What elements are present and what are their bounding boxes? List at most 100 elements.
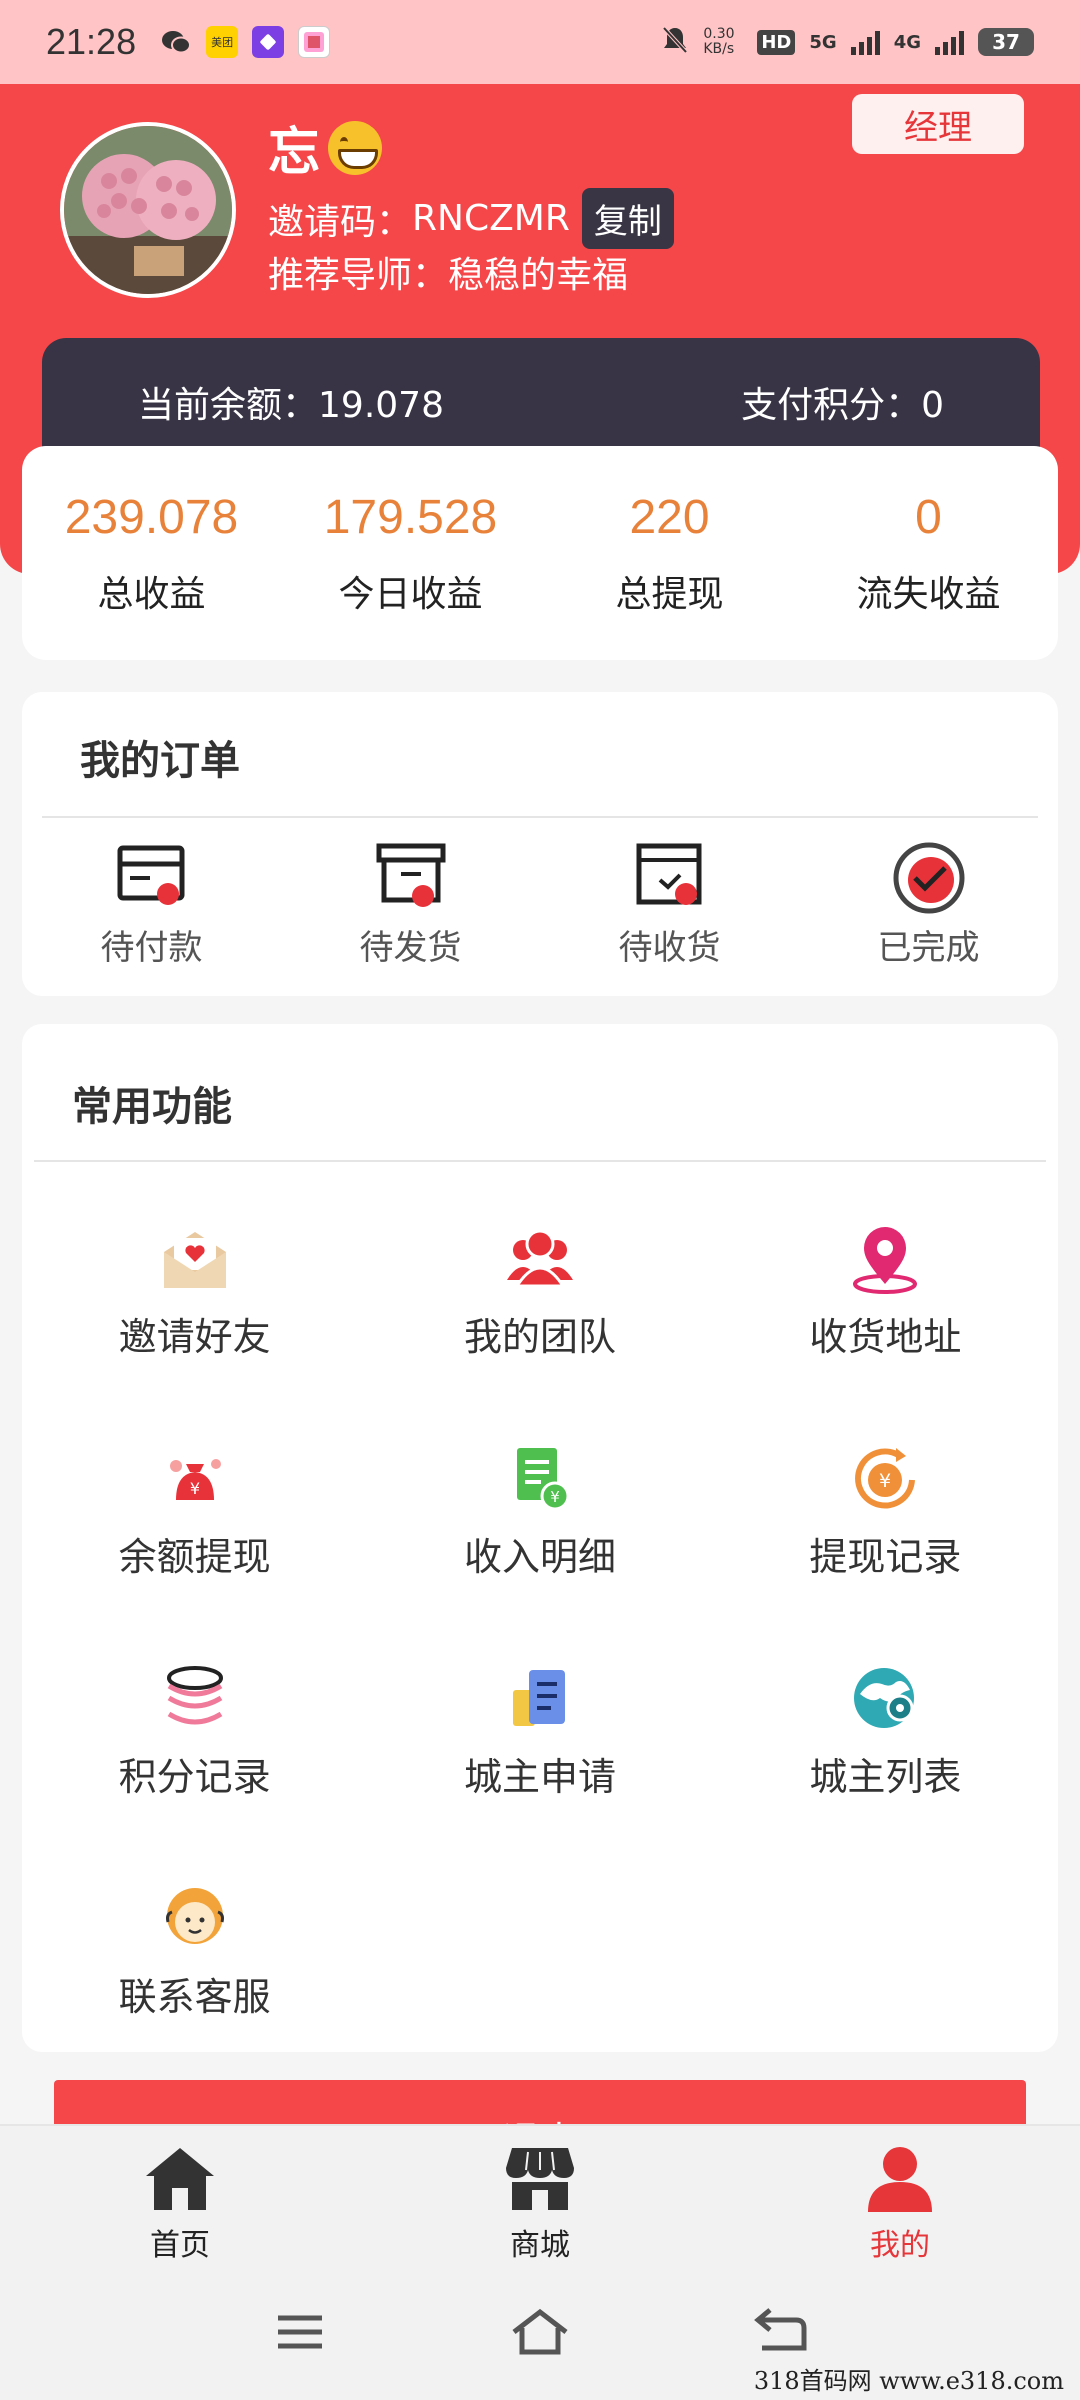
app-game-icon: [298, 26, 331, 58]
watermark: 318首码网 www.e318.com: [753, 2367, 1064, 2395]
document-yuan-icon: ¥: [505, 1444, 575, 1514]
earnings-stats-card: 239.078 总收益 179.528 今日收益 220 总提现 0 流失收益: [22, 446, 1058, 660]
order-pending-payment[interactable]: 待付款: [22, 842, 281, 969]
func-my-team[interactable]: 我的团队: [367, 1196, 712, 1416]
mentor-label: 推荐导师：: [268, 255, 449, 296]
order-pending-shipment[interactable]: 待发货: [281, 842, 540, 969]
status-indicators: 0.30 KB/s HD 5G 4G 37: [661, 25, 1034, 59]
func-label: 提现记录: [809, 1535, 962, 1579]
check-circle-icon: [893, 842, 965, 914]
stat-value: 179.528: [323, 490, 498, 544]
tab-home[interactable]: 首页: [0, 2126, 360, 2270]
location-pin-icon: [850, 1224, 920, 1294]
home-icon: [144, 2144, 216, 2212]
mentor-name: 稳稳的幸福: [448, 255, 629, 296]
customer-service-icon: [160, 1884, 230, 1954]
func-income-details[interactable]: ¥ 收入明细: [367, 1416, 712, 1636]
orders-title: 我的订单: [80, 738, 240, 784]
status-bar: 21:28 美团 0.30 KB/s HD 5G 4G 37: [0, 0, 1080, 84]
avatar[interactable]: [60, 122, 236, 298]
wechat-icon: [160, 26, 192, 58]
func-shipping-address[interactable]: 收货地址: [713, 1196, 1058, 1416]
func-contact-support[interactable]: 联系客服: [22, 1856, 367, 2076]
tab-label: 我的: [870, 2228, 930, 2263]
order-label: 待发货: [359, 928, 462, 968]
current-balance-value: 19.078: [318, 385, 444, 426]
stat-total-earnings[interactable]: 239.078 总收益: [22, 490, 281, 617]
svg-text:¥: ¥: [879, 1470, 891, 1492]
network-speed: 0.30 KB/s: [703, 26, 735, 57]
func-label: 城主列表: [809, 1755, 962, 1799]
status-time: 21:28: [46, 21, 137, 62]
func-label: 收入明细: [463, 1535, 616, 1579]
func-label: 我的团队: [463, 1315, 616, 1359]
my-orders-card: 我的订单 待付款 待发货 待收货 已完成: [22, 692, 1058, 996]
back-icon[interactable]: [748, 2306, 812, 2358]
stat-value: 0: [915, 490, 942, 544]
payment-points-value: 0: [921, 385, 944, 426]
globe-pin-icon: [850, 1664, 920, 1734]
func-label: 城主申请: [463, 1755, 616, 1799]
manager-badge-button[interactable]: 经理: [852, 94, 1024, 154]
copy-button[interactable]: 复制: [581, 188, 674, 249]
application-doc-icon: [505, 1664, 575, 1734]
grin-emoji-icon: [328, 120, 383, 175]
signal-2-icon: [935, 29, 964, 55]
tab-store[interactable]: 商城: [360, 2126, 720, 2270]
order-label: 已完成: [877, 928, 980, 968]
orders-row: 待付款 待发货 待收货 已完成: [22, 842, 1058, 969]
func-balance-withdraw[interactable]: ¥ 余额提现: [22, 1416, 367, 1636]
func-invite-friends[interactable]: 邀请好友: [22, 1196, 367, 1416]
func-city-owner-apply[interactable]: 城主申请: [367, 1636, 712, 1856]
order-completed[interactable]: 已完成: [799, 842, 1058, 969]
divider: [34, 1160, 1046, 1162]
func-label: 余额提现: [118, 1535, 271, 1579]
yuan-refresh-icon: ¥: [850, 1444, 920, 1514]
menu-icon[interactable]: [268, 2306, 332, 2358]
svg-text:¥: ¥: [550, 1488, 560, 1506]
home-nav-icon[interactable]: [508, 2306, 572, 2358]
payment-points-label: 支付积分：: [741, 385, 922, 426]
invite-code: RNCZMR: [412, 198, 570, 239]
func-city-owner-list[interactable]: 城主列表: [713, 1636, 1058, 1856]
store-icon: [504, 2144, 576, 2212]
status-app-icons: 美团: [160, 26, 331, 58]
stat-label: 总收益: [97, 573, 206, 615]
wallet-card-icon: [116, 842, 188, 908]
hd-badge: HD: [757, 29, 796, 55]
stat-lost-earnings[interactable]: 0 流失收益: [799, 490, 1058, 617]
team-people-icon: [505, 1224, 575, 1294]
stat-label: 流失收益: [856, 573, 1001, 615]
mute-bell-icon: [661, 25, 689, 59]
bottom-tab-bar: 首页 商城 我的: [0, 2124, 1080, 2270]
tab-label: 首页: [150, 2228, 210, 2263]
current-balance-label: 当前余额：: [138, 385, 319, 426]
tab-label: 商城: [510, 2228, 570, 2263]
functions-title: 常用功能: [72, 1084, 232, 1130]
envelope-heart-icon: [160, 1224, 230, 1294]
username-text: 忘: [268, 123, 321, 183]
stat-total-withdrawn[interactable]: 220 总提现: [540, 490, 799, 617]
stat-today-earnings[interactable]: 179.528 今日收益: [281, 490, 540, 617]
stat-label: 今日收益: [338, 573, 483, 615]
archive-box-icon: [375, 842, 447, 908]
func-points-records[interactable]: 积分记录: [22, 1636, 367, 1856]
sim1-label: 5G: [809, 31, 837, 53]
meituan-icon: 美团: [206, 26, 239, 58]
mentor-row: 推荐导师：稳稳的幸福: [268, 246, 628, 298]
system-nav-bar: 318首码网 www.e318.com: [0, 2270, 1080, 2400]
signal-1-icon: [850, 29, 880, 55]
stat-label: 总提现: [615, 573, 724, 615]
app-purple-icon: [252, 26, 285, 58]
tab-mine[interactable]: 我的: [720, 2126, 1080, 2270]
func-label: 积分记录: [118, 1755, 271, 1799]
svg-text:¥: ¥: [190, 1479, 200, 1498]
user-icon: [864, 2144, 936, 2212]
divider: [42, 816, 1038, 818]
order-pending-receipt[interactable]: 待收货: [540, 842, 799, 969]
func-withdraw-records[interactable]: ¥ 提现记录: [713, 1416, 1058, 1636]
invite-row: 邀请码： RNCZMR 复制: [268, 188, 674, 249]
functions-grid: 邀请好友 我的团队 收货地址 ¥ 余额提现 ¥ 收入明细 ¥ 提现记录 积分记录…: [22, 1196, 1058, 2076]
stat-value: 239.078: [64, 490, 239, 544]
func-label: 邀请好友: [118, 1315, 271, 1359]
